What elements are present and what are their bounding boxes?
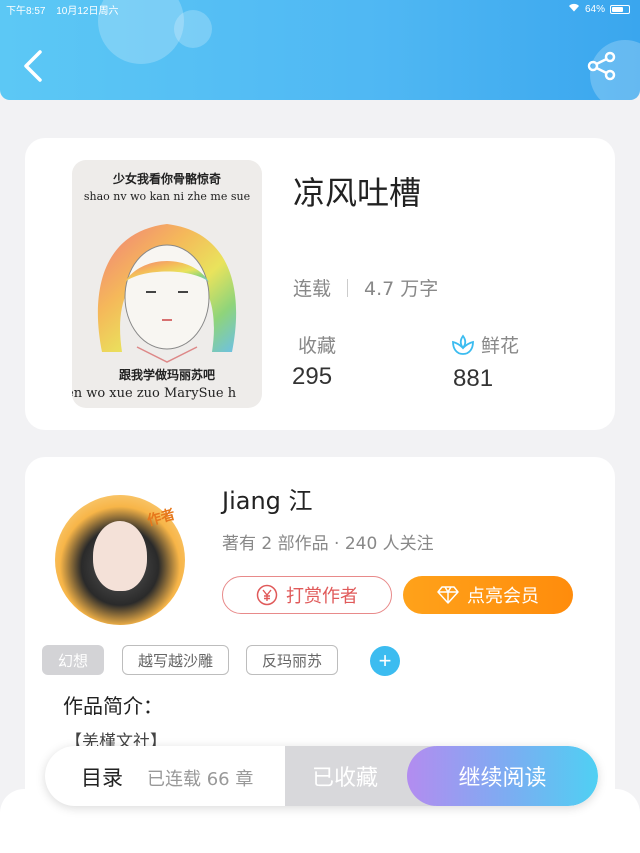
book-title: 凉风吐槽 <box>293 174 422 212</box>
battery-percent: 64% <box>584 3 605 15</box>
tip-author-label: 打赏作者 <box>286 586 358 607</box>
add-tag-button[interactable]: + <box>370 646 400 676</box>
favorites-count: 295 <box>292 363 333 390</box>
tag-fantasy[interactable]: 幻想 <box>42 645 104 675</box>
book-status: 连载 <box>293 278 332 300</box>
author-name[interactable]: Jiang 江 <box>222 481 313 516</box>
tag-silly-writing[interactable]: 越写越沙雕 <box>122 645 229 675</box>
favorited-label: 已收藏 <box>311 766 378 791</box>
tag-anti-mary-sue[interactable]: 反玛丽苏 <box>246 645 338 675</box>
activate-vip-label: 点亮会员 <box>467 586 539 607</box>
yen-coin-icon <box>256 584 278 606</box>
status-date: 10月12日周六 <box>56 6 119 17</box>
cover-caption-top: 少女我看你骨骼惊奇 <box>112 172 221 186</box>
flowers-label[interactable]: 鲜花 <box>451 331 519 358</box>
tip-author-button[interactable]: 打赏作者 <box>222 576 392 614</box>
flowers-count: 881 <box>453 365 494 392</box>
cover-caption-bottom: 跟我学做玛丽苏吧 <box>118 368 215 382</box>
avatar-face <box>93 521 147 591</box>
plus-icon: + <box>378 648 392 673</box>
meta-divider <box>347 278 349 297</box>
book-cover[interactable]: 少女我看你骨骼惊奇 shao nv wo kan ni zhe me sue 跟… <box>72 160 262 408</box>
continue-reading-button[interactable]: 继续阅读 <box>407 746 598 806</box>
share-button[interactable] <box>586 50 618 82</box>
intro-heading: 作品简介： <box>63 694 163 718</box>
chapter-count: 已连载 66 章 <box>147 769 254 790</box>
book-info-card: 少女我看你骨骼惊奇 shao nv wo kan ni zhe me sue 跟… <box>25 138 615 430</box>
author-stats: 著有 2 部作品 · 240 人关注 <box>222 534 434 554</box>
book-word-count: 4.7 万字 <box>364 278 439 300</box>
flower-icon <box>452 333 474 355</box>
status-bar: 下午8:57 10月12日周六 64% <box>6 2 630 17</box>
back-button[interactable] <box>20 48 48 84</box>
author-badge: 作者 <box>145 506 177 530</box>
favorites-label: 收藏 <box>298 331 336 358</box>
cover-illustration <box>97 224 237 363</box>
battery-icon <box>610 4 630 14</box>
flowers-label-text: 鲜花 <box>481 335 520 357</box>
author-avatar[interactable]: 作者 <box>55 495 185 625</box>
cover-caption-bottom-pinyin: en wo xue zuo MarySue h <box>72 386 237 401</box>
favorites-label-text: 收藏 <box>298 335 337 357</box>
diamond-icon <box>437 586 459 604</box>
status-time: 下午8:57 <box>6 6 46 17</box>
bottom-action-bar: 目录 已连载 66 章 已收藏 继续阅读 <box>45 746 598 806</box>
activate-vip-button[interactable]: 点亮会员 <box>403 576 573 614</box>
book-meta: 连载 4.7 万字 <box>293 274 438 301</box>
wifi-icon <box>568 3 580 15</box>
header: 下午8:57 10月12日周六 64% <box>0 0 640 100</box>
chevron-left-icon <box>24 50 42 82</box>
table-of-contents-button[interactable]: 目录 <box>81 762 123 792</box>
share-icon <box>587 51 616 81</box>
continue-reading-label: 继续阅读 <box>458 766 547 791</box>
